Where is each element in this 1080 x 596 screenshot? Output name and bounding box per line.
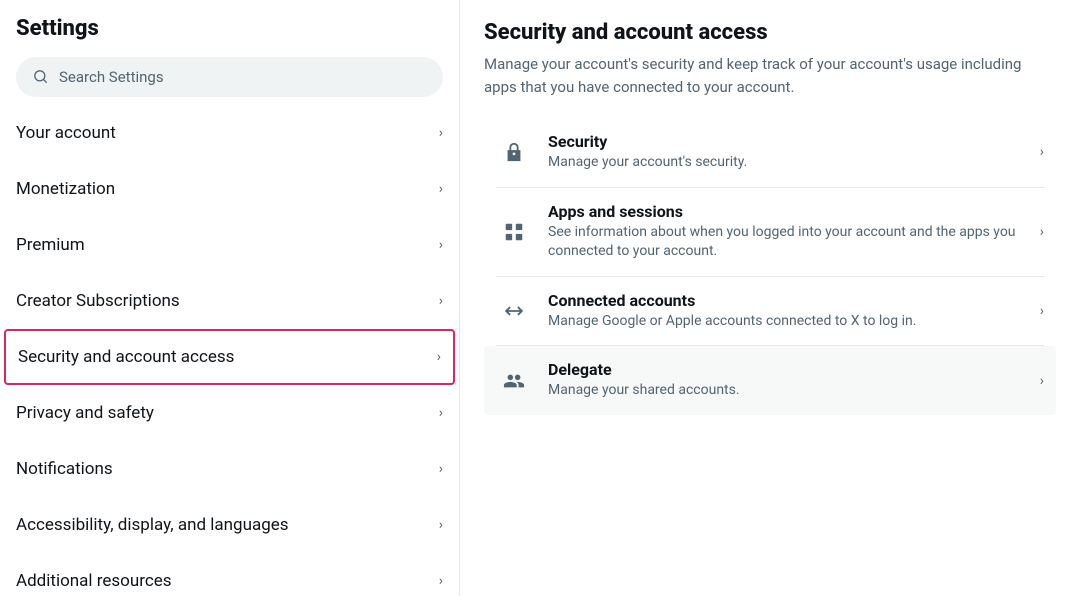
settings-item-content: Connected accounts Manage Google or Appl…: [548, 291, 1024, 332]
settings-list: Security Manage your account's security.…: [484, 118, 1056, 415]
chevron-icon: ›: [437, 349, 441, 365]
settings-item-apps-sessions[interactable]: Apps and sessions See information about …: [484, 188, 1056, 276]
item-chevron-icon: ›: [1040, 373, 1044, 389]
sidebar-item-accessibility[interactable]: Accessibility, display, and languages ›: [0, 497, 459, 553]
settings-item-content: Security Manage your account's security.: [548, 132, 1024, 173]
chevron-icon: ›: [439, 573, 443, 589]
sidebar-item-security-account-access[interactable]: Security and account access ›: [4, 329, 455, 385]
chevron-icon: ›: [439, 181, 443, 197]
item-title: Delegate: [548, 360, 1024, 379]
sidebar-item-label: Notifications: [16, 459, 113, 479]
settings-title: Settings: [0, 16, 459, 57]
item-chevron-icon: ›: [1040, 303, 1044, 319]
item-title: Security: [548, 132, 1024, 151]
item-chevron-icon: ›: [1040, 144, 1044, 160]
item-subtitle: Manage your shared accounts.: [548, 381, 1024, 401]
chevron-icon: ›: [439, 125, 443, 141]
sidebar-item-label: Accessibility, display, and languages: [16, 515, 289, 535]
item-subtitle: See information about when you logged in…: [548, 223, 1024, 262]
connected-accounts-icon: [496, 293, 532, 329]
sidebar-item-privacy-safety[interactable]: Privacy and safety ›: [0, 385, 459, 441]
item-chevron-icon: ›: [1040, 224, 1044, 240]
sidebar-item-creator-subscriptions[interactable]: Creator Subscriptions ›: [0, 273, 459, 329]
sidebar-item-label: Monetization: [16, 179, 115, 199]
sidebar-item-monetization[interactable]: Monetization ›: [0, 161, 459, 217]
sidebar-item-premium[interactable]: Premium ›: [0, 217, 459, 273]
search-box[interactable]: Search Settings: [16, 57, 443, 97]
sidebar-nav: Your account › Monetization › Premium › …: [0, 105, 459, 596]
sidebar-item-label: Security and account access: [18, 347, 234, 367]
item-title: Connected accounts: [548, 291, 1024, 310]
panel-title: Security and account access: [484, 20, 1056, 45]
sidebar-item-your-account[interactable]: Your account ›: [0, 105, 459, 161]
chevron-icon: ›: [439, 405, 443, 421]
settings-item-delegate[interactable]: Delegate Manage your shared accounts. ›: [484, 346, 1056, 415]
sidebar-item-label: Additional resources: [16, 571, 172, 591]
settings-item-security[interactable]: Security Manage your account's security.…: [484, 118, 1056, 187]
chevron-icon: ›: [439, 461, 443, 477]
chevron-icon: ›: [439, 517, 443, 533]
sidebar-item-notifications[interactable]: Notifications ›: [0, 441, 459, 497]
settings-item-connected-accounts[interactable]: Connected accounts Manage Google or Appl…: [484, 277, 1056, 346]
lock-icon: [496, 134, 532, 170]
sidebar-item-label: Your account: [16, 123, 116, 143]
item-title: Apps and sessions: [548, 202, 1024, 221]
chevron-icon: ›: [439, 293, 443, 309]
item-subtitle: Manage Google or Apple accounts connecte…: [548, 312, 1024, 332]
apps-icon: [496, 214, 532, 250]
item-subtitle: Manage your account's security.: [548, 153, 1024, 173]
settings-item-content: Apps and sessions See information about …: [548, 202, 1024, 262]
sidebar: Settings Search Settings Your account › …: [0, 0, 460, 596]
chevron-icon: ›: [439, 237, 443, 253]
search-icon: [33, 69, 49, 85]
sidebar-item-label: Creator Subscriptions: [16, 291, 180, 311]
sidebar-item-additional-resources[interactable]: Additional resources ›: [0, 553, 459, 596]
settings-item-content: Delegate Manage your shared accounts.: [548, 360, 1024, 401]
panel-description: Manage your account's security and keep …: [484, 53, 1056, 98]
delegate-icon: [496, 363, 532, 399]
main-panel: Security and account access Manage your …: [460, 0, 1080, 596]
sidebar-item-label: Premium: [16, 235, 85, 255]
search-input[interactable]: Search Settings: [59, 68, 426, 86]
sidebar-item-label: Privacy and safety: [16, 403, 154, 423]
search-wrapper: Search Settings: [0, 57, 459, 105]
